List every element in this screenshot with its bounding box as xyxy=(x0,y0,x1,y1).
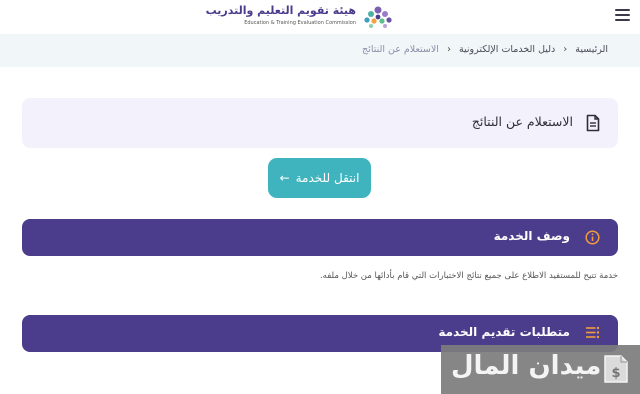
hamburger-menu-icon[interactable] xyxy=(615,9,630,22)
breadcrumb: الرئيسية ‹ دليل الخدمات الإلكترونية ‹ ال… xyxy=(362,44,608,55)
logo-subtitle: Education & Training Evaluation Commissi… xyxy=(244,20,356,26)
logo-mark-icon xyxy=(364,6,392,28)
breadcrumb-current: الاستعلام عن النتائج xyxy=(362,44,439,55)
watermark: ميدان المال $ xyxy=(441,345,640,394)
service-description-title: وصف الخدمة xyxy=(493,229,570,243)
list-icon xyxy=(586,326,600,339)
service-title-card: الاستعلام عن النتائج xyxy=(22,98,618,148)
chevron-left-icon: ‹ xyxy=(563,44,568,55)
watermark-text: ميدان المال xyxy=(451,351,602,381)
breadcrumb-services-link[interactable]: دليل الخدمات الإلكترونية xyxy=(459,44,555,55)
info-icon xyxy=(585,230,600,245)
svg-text:$: $ xyxy=(611,366,620,381)
service-description-header[interactable]: وصف الخدمة xyxy=(22,219,618,256)
go-to-service-label: انتقل للخدمة xyxy=(295,171,360,185)
arrow-left-icon: ← xyxy=(279,171,290,185)
logo-title: هيئة تقويم التعليم والتدريب xyxy=(205,4,356,17)
service-description-text: خدمة تتيح للمستفيد الاطلاع على جميع نتائ… xyxy=(319,271,618,281)
document-icon xyxy=(586,114,600,132)
money-document-icon: $ xyxy=(604,355,628,383)
page-title: الاستعلام عن النتائج xyxy=(471,114,573,129)
chevron-left-icon: ‹ xyxy=(446,44,451,55)
top-bar: هيئة تقويم التعليم والتدريب Education & … xyxy=(0,0,640,34)
service-requirements-title: متطلبات تقديم الخدمة xyxy=(438,325,570,339)
go-to-service-button[interactable]: انتقل للخدمة ← xyxy=(268,158,371,198)
breadcrumb-bar: الرئيسية ‹ دليل الخدمات الإلكترونية ‹ ال… xyxy=(0,34,640,67)
logo[interactable]: هيئة تقويم التعليم والتدريب Education & … xyxy=(206,4,396,30)
breadcrumb-home-link[interactable]: الرئيسية xyxy=(575,44,608,55)
